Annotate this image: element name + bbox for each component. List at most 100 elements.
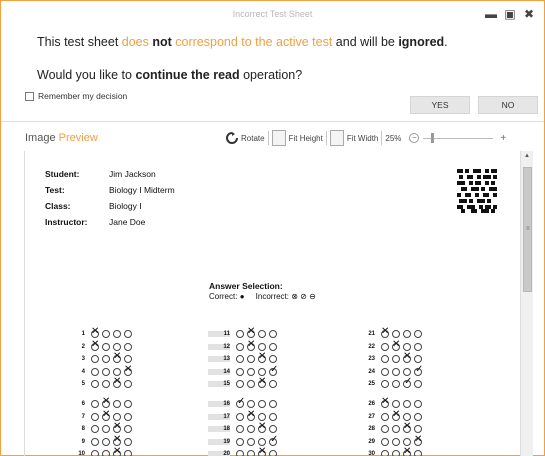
remember-decision-checkbox[interactable]: Remember my decision (25, 91, 127, 101)
bubble-empty (236, 355, 244, 364)
rotate-button[interactable]: Rotate (226, 132, 265, 144)
zoom-out-icon[interactable]: − (409, 133, 420, 143)
instructor-row: Instructor: Jane Doe (45, 217, 145, 227)
question-row: 15 (208, 376, 280, 389)
fit-height-button[interactable]: Fit Height (271, 130, 323, 146)
bubble-empty (124, 330, 132, 338)
bubble-empty (247, 399, 255, 408)
bubble-crossed (403, 446, 411, 456)
question-number: 20 (208, 451, 230, 456)
bubble-empty (236, 450, 244, 456)
scroll-up-icon[interactable]: ▲ (524, 153, 530, 159)
question-number: 17 (208, 413, 230, 420)
image-preview-area[interactable]: Student: Jim Jackson Test: Biology I Mid… (24, 151, 535, 456)
question-number: 8 (81, 426, 85, 433)
question-row: 2 (63, 339, 135, 352)
question-number: 19 (208, 438, 230, 445)
bubble-crossed (247, 409, 255, 421)
answer-selection-title: Answer Selection: (209, 281, 283, 291)
bubble-empty (414, 380, 422, 389)
yes-button[interactable]: YES (410, 96, 470, 114)
bubble-empty (381, 342, 389, 351)
bubble-empty (102, 437, 110, 446)
class-row: Class: Biology I (45, 201, 142, 211)
question-number: 4 (81, 368, 85, 375)
bubble-empty (392, 437, 400, 446)
bubble-checked (269, 434, 278, 446)
bubble-crossed (91, 339, 99, 351)
question-number: 27 (368, 413, 375, 420)
question-column-1: 1 2 3 4 5 6 7 8 9 10 (63, 326, 135, 456)
bubble-crossed (258, 351, 266, 364)
bubble-empty (102, 450, 110, 456)
bubble-empty (403, 437, 411, 446)
test-row: Test: Biology I Midterm (45, 185, 175, 195)
bubble-empty (414, 412, 422, 421)
message-text-2: and will be (332, 35, 399, 49)
scrollbar-thumb[interactable]: ≡ (523, 167, 532, 292)
question-number: 7 (81, 413, 85, 420)
toolbar-separator (325, 131, 327, 145)
bubble-empty (414, 425, 422, 434)
rotate-icon (226, 132, 238, 144)
scroll-grip-icon: ≡ (526, 226, 530, 232)
question-row: 11 (208, 326, 280, 339)
close-icon[interactable]: ✖ (521, 7, 537, 21)
question-group-gap (63, 392, 135, 399)
bubble-empty (236, 412, 244, 421)
checkbox-box[interactable] (25, 91, 34, 101)
zoom-slider[interactable] (423, 132, 494, 143)
bubble-checked (236, 396, 245, 408)
fit-width-button[interactable]: Fit Width (329, 130, 378, 146)
question-number: 13 (208, 356, 230, 363)
question-number: 16 (208, 400, 230, 407)
maximize-icon[interactable]: ▣ (502, 7, 518, 21)
question-row: 30 (353, 446, 425, 456)
vertical-scrollbar[interactable]: ▲ ≡ (520, 151, 533, 456)
question-number: 3 (81, 356, 85, 363)
bubble-crossed (392, 339, 400, 351)
question-row: 8 (63, 421, 135, 434)
question-column-2: 11 12 13 14 15 16 17 18 19 20 (208, 326, 280, 456)
image-preview-title: Image Preview (25, 132, 98, 144)
no-button[interactable]: NO (478, 96, 538, 114)
toolbar-separator (267, 131, 269, 145)
question-number: 12 (208, 343, 230, 350)
bubble-empty (381, 367, 389, 376)
question-message: Would you like to continue the read oper… (37, 68, 302, 82)
bubble-empty (91, 355, 99, 364)
bubble-empty (269, 330, 277, 338)
message-highlight-rest: correspond to the active test (171, 35, 333, 49)
bubble-empty (91, 367, 99, 376)
bubble-empty (258, 437, 266, 446)
question-row: 21 (353, 326, 425, 339)
bubble-crossed (113, 351, 121, 364)
message-ignored: ignored (398, 35, 445, 49)
minimize-icon[interactable]: ▬ (483, 7, 499, 21)
bubble-empty (124, 437, 132, 446)
title-bar: Incorrect Test Sheet ▬ ▣ ✖ (1, 1, 544, 29)
bubble-crossed (403, 421, 411, 434)
bubble-empty (113, 367, 121, 376)
bubble-empty (269, 450, 277, 456)
bubble-empty (124, 342, 132, 351)
question-row: 1 (63, 326, 135, 339)
bubble-empty (258, 330, 266, 338)
question-row: 4 (63, 364, 135, 377)
bubble-crossed (102, 409, 110, 421)
zoom-slider-thumb[interactable] (431, 132, 435, 143)
bubble-empty (381, 412, 389, 421)
question-number: 14 (208, 368, 230, 375)
bubble-empty (91, 425, 99, 434)
bubble-empty (113, 342, 121, 351)
bubble-empty (247, 367, 255, 376)
bubble-crossed (113, 376, 121, 389)
zoom-in-icon[interactable]: + (500, 133, 506, 144)
bubble-empty (269, 412, 277, 421)
bubble-empty (102, 380, 110, 389)
barcode-image (457, 169, 497, 213)
legend-correct-mark: ● (239, 292, 245, 301)
bubble-empty (414, 450, 422, 456)
bubble-empty (124, 425, 132, 434)
bubble-empty (102, 355, 110, 364)
